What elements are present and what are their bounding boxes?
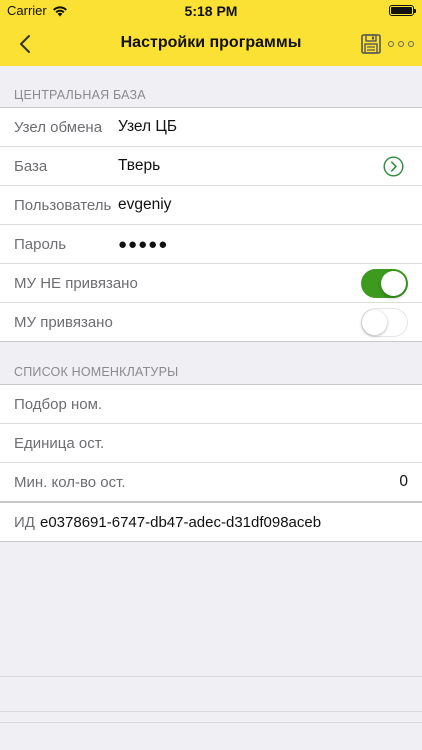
more-button[interactable] xyxy=(388,33,414,55)
min-quantity-value[interactable]: 0 xyxy=(399,473,408,491)
row-mu-linked: МУ привязано xyxy=(0,303,422,342)
central-base-group: Узел обмена Узел ЦБ База Тверь Пользоват… xyxy=(0,108,422,342)
row-label: Узел обмена xyxy=(14,118,103,136)
row-value: Тверь xyxy=(118,157,161,174)
row-label: Пользователь xyxy=(14,196,112,214)
row-exchange-node[interactable]: Узел обмена Узел ЦБ xyxy=(0,108,422,147)
id-value: e0378691-6747-db47-adec-d31df098aceb xyxy=(40,514,322,531)
chevron-left-icon xyxy=(20,35,30,53)
row-password[interactable]: Пароль ●●●●● xyxy=(0,225,422,264)
mu-linked-toggle[interactable] xyxy=(361,308,408,337)
section-header-nomenclature: СПИСОК НОМЕНКЛАТУРЫ xyxy=(0,343,422,385)
page-title: Настройки программы xyxy=(120,34,302,51)
divider xyxy=(0,711,422,712)
row-user[interactable]: Пользователь evgeniy xyxy=(0,186,422,225)
row-label: Пароль xyxy=(14,235,67,253)
row-base[interactable]: База Тверь xyxy=(0,147,422,186)
divider xyxy=(0,722,422,723)
more-dots-icon xyxy=(388,41,394,47)
row-nomenclature-selection[interactable]: Подбор ном. xyxy=(0,385,422,424)
row-label: Подбор ном. xyxy=(14,395,103,413)
row-label: Единица ост. xyxy=(14,434,105,452)
divider xyxy=(0,676,422,677)
save-button[interactable] xyxy=(360,33,382,55)
row-unit[interactable]: Единица ост. xyxy=(0,424,422,463)
row-value: evgeniy xyxy=(118,196,172,213)
row-value: Узел ЦБ xyxy=(118,118,178,135)
mu-not-linked-toggle[interactable] xyxy=(361,269,408,298)
password-field[interactable]: ●●●●● xyxy=(118,236,168,253)
row-label: МУ привязано xyxy=(14,313,113,331)
row-label: База xyxy=(14,157,48,175)
row-id: ИД e0378691-6747-db47-adec-d31df098aceb xyxy=(0,502,422,542)
status-time: 5:18 PM xyxy=(184,3,238,19)
battery-icon xyxy=(389,5,416,16)
row-min-quantity[interactable]: Мин. кол-во ост. 0 xyxy=(0,463,422,502)
navigation-bar: Настройки программы xyxy=(0,22,422,66)
back-button[interactable] xyxy=(10,28,40,60)
section-header-central-base: ЦЕНТРАЛЬНАЯ БАЗА xyxy=(0,66,422,108)
row-mu-not-linked: МУ НЕ привязано xyxy=(0,264,422,303)
floppy-disk-icon xyxy=(361,34,381,54)
row-label: МУ НЕ привязано xyxy=(14,274,138,292)
chevron-right-circle-icon[interactable] xyxy=(383,156,404,177)
row-label: Мин. кол-во ост. xyxy=(14,473,126,491)
id-label: ИД xyxy=(14,514,35,531)
status-bar: Carrier 5:18 PM xyxy=(0,0,422,22)
nomenclature-group: Подбор ном. Единица ост. Мин. кол-во ост… xyxy=(0,385,422,502)
